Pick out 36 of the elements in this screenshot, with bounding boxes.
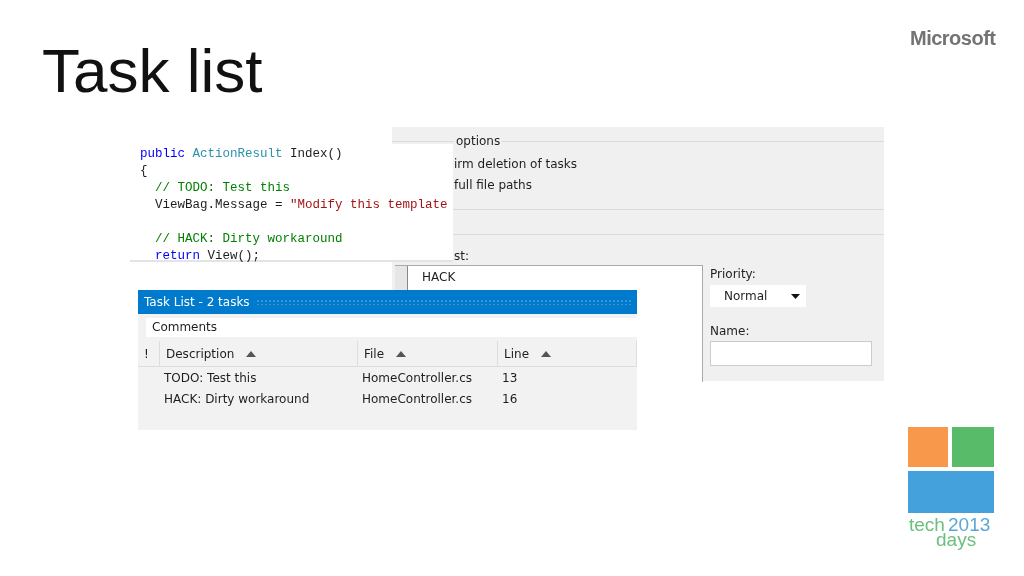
table-cell-text: TODO: Test this: [163, 370, 258, 385]
table-cell-text: HomeController.cs: [361, 370, 474, 385]
group-label: options: [454, 134, 503, 148]
token-item[interactable]: HACK: [408, 266, 470, 288]
table-cell-text: HACK: Dirty workaround: [163, 391, 311, 406]
filter-dropdown[interactable]: Comments: [146, 318, 637, 337]
column-header[interactable]: File: [358, 341, 498, 366]
name-label: Name:: [710, 324, 750, 338]
code-line: ViewBag.Message = "Modify this template: [154, 197, 449, 214]
tiles-logo-icon: [908, 427, 994, 513]
table-cell-text: 13: [501, 370, 519, 385]
priority-label: Priority:: [710, 267, 756, 281]
sort-up-icon: [541, 350, 551, 357]
token-list-label: st:: [454, 249, 469, 263]
caret-icon: [791, 293, 800, 299]
priority-dropdown[interactable]: Normal: [710, 285, 806, 307]
code-line: // TODO: Test this: [154, 180, 292, 197]
option-label[interactable]: full file paths: [454, 178, 532, 192]
option-label[interactable]: irm deletion of tasks: [454, 157, 577, 171]
list-gutter: [395, 266, 408, 290]
window-title: Task List - 2 tasks: [144, 295, 250, 309]
table-cell-text: HomeController.cs: [361, 391, 474, 406]
column-header[interactable]: Line: [498, 341, 637, 366]
name-field[interactable]: [710, 341, 872, 366]
sort-up-icon: [396, 350, 407, 357]
code-line: // HACK: Dirty workaround: [154, 231, 344, 248]
code-line: return View();: [154, 248, 262, 265]
slide-title: Task list: [42, 35, 263, 107]
code-line: {: [140, 163, 149, 180]
code-line: public ActionResult Index(): [140, 146, 344, 163]
column-header[interactable]: !: [138, 341, 160, 366]
sort-up-icon: [246, 350, 257, 357]
logo-year: 2013: [948, 514, 991, 535]
brand-logo-text: Microsoft: [910, 27, 996, 50]
column-header[interactable]: Description: [160, 341, 358, 366]
table-cell-text: 16: [501, 391, 519, 406]
